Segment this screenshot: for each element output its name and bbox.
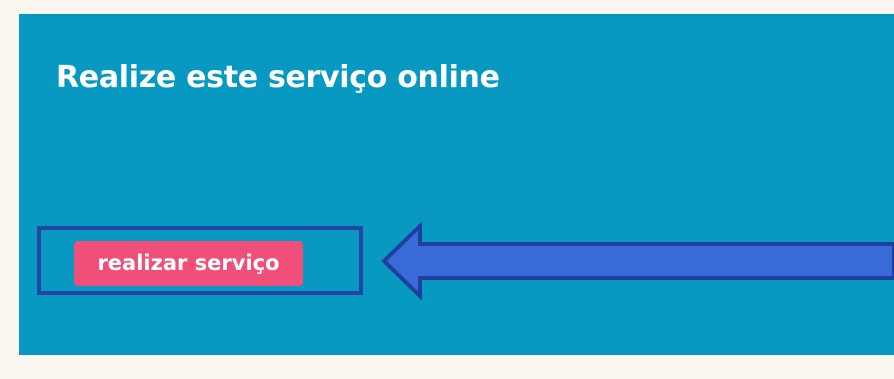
- left-arrow-icon: [381, 222, 894, 300]
- realizar-servico-button[interactable]: realizar serviço: [74, 241, 303, 286]
- page: Realize este serviço online realizar ser…: [0, 0, 894, 379]
- card-title: Realize este serviço online: [56, 60, 500, 95]
